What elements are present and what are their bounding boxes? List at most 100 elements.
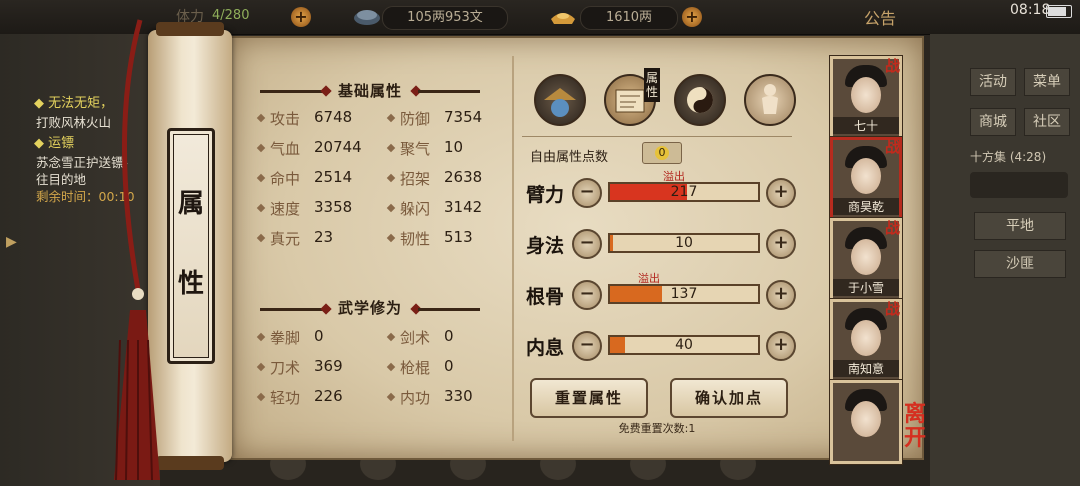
bullet-icon [386, 173, 396, 183]
bullet-icon [256, 332, 266, 342]
attribute-value: 513 [444, 228, 473, 246]
character-card[interactable]: 商昊乾 战 [830, 137, 902, 221]
battle-badge: 战 [885, 138, 901, 156]
character-name: 南知意 [833, 360, 899, 377]
skill-name: 内功 [400, 389, 431, 407]
battle-badge: 战 [885, 300, 901, 318]
bullet-icon [256, 113, 266, 123]
bullet-icon [386, 203, 396, 213]
terrain-bandit-button[interactable]: 沙匪 [974, 250, 1066, 278]
leave-button[interactable]: 离开 [904, 402, 930, 450]
stat-value: 10 [675, 235, 693, 251]
bullet-icon [256, 143, 266, 153]
increase-stat-button[interactable]: + [766, 229, 796, 259]
meridian-tab-icon[interactable] [744, 74, 796, 126]
free-points-label: 自由属性点数 [530, 150, 609, 165]
shop-button[interactable]: 商城 [970, 108, 1016, 136]
confirm-points-button[interactable]: 确认加点 [670, 378, 788, 418]
stat-value: 137 [670, 286, 698, 302]
portrait-face [851, 239, 881, 275]
reset-attributes-button[interactable]: 重置属性 [530, 378, 648, 418]
attribute-scroll-paper: 基础属性 攻击 6748 防御 7354 气血 20744 聚气 10 命中 2514 招架 2638… [230, 36, 924, 460]
bullet-icon [256, 362, 266, 372]
silver-amount: 1610两 [580, 6, 678, 30]
bullet-icon [256, 392, 266, 402]
martial-cultivation-title: 武学修为 [337, 299, 402, 317]
activity-button[interactable]: 活动 [970, 68, 1016, 96]
stamina-value: 4/280 [212, 8, 250, 23]
attribute-value: 3358 [314, 198, 353, 216]
attribute-name: 聚气 [400, 140, 431, 158]
portrait-face [851, 320, 881, 356]
attribute-name: 防御 [400, 110, 431, 128]
bullet-icon [386, 113, 396, 123]
attribute-tab-label: 属性 [644, 68, 660, 102]
region-label: 十方集 (4:28) [970, 150, 1047, 164]
skill-value: 0 [314, 327, 324, 345]
overflow-label: 溢出 [663, 170, 685, 183]
free-reset-count: 免费重置次数:1 [618, 422, 696, 435]
decrease-stat-button[interactable]: − [572, 280, 602, 310]
decrease-stat-button[interactable]: − [572, 229, 602, 259]
attribute-name: 速度 [270, 200, 301, 218]
skill-name: 枪棍 [400, 359, 431, 377]
attribute-name: 招架 [400, 170, 431, 188]
bagua-tab-icon[interactable] [674, 74, 726, 126]
terrain-flat-button[interactable]: 平地 [974, 212, 1066, 240]
bullet-icon [386, 362, 396, 372]
attribute-value: 2638 [444, 168, 483, 186]
column-divider [512, 56, 514, 441]
notice-button[interactable]: 公告 [864, 5, 896, 29]
increase-stat-button[interactable]: + [766, 280, 796, 310]
silver-ingot-icon [551, 13, 575, 24]
portrait-face [851, 77, 881, 113]
minimap[interactable] [970, 172, 1068, 198]
stat-label: 身法 [526, 235, 565, 257]
overflow-label: 溢出 [638, 272, 660, 285]
bullet-icon [386, 332, 396, 342]
add-stamina-button[interactable]: + [291, 7, 311, 27]
stat-label: 内息 [526, 337, 565, 359]
collapse-arrow-icon[interactable]: ▶ [6, 234, 18, 250]
skill-value: 369 [314, 357, 343, 375]
attribute-value: 20744 [314, 138, 362, 156]
decrease-stat-button[interactable]: − [572, 331, 602, 361]
menu-button[interactable]: 菜单 [1024, 68, 1070, 96]
attribute-name: 韧性 [400, 230, 431, 248]
copper-coin-icon [354, 10, 380, 25]
increase-stat-button[interactable]: + [766, 331, 796, 361]
character-name: 于小雪 [833, 279, 899, 296]
skill-name: 刀术 [270, 359, 301, 377]
bullet-icon [256, 203, 266, 213]
increase-stat-button[interactable]: + [766, 178, 796, 208]
equipment-tab-icon[interactable] [534, 74, 586, 126]
community-button[interactable]: 社区 [1024, 108, 1070, 136]
skill-value: 330 [444, 387, 473, 405]
attribute-value: 3142 [444, 198, 483, 216]
character-card[interactable]: 南知意 战 [830, 299, 902, 383]
character-card[interactable]: 于小雪 战 [830, 218, 902, 302]
character-list: 七十战商昊乾战于小雪战南知意战 [830, 56, 902, 486]
right-menu-panel: 活动 菜单 商城 社区 十方集 (4:28) 平地 沙匪 [930, 34, 1080, 486]
attribute-name: 命中 [270, 170, 301, 188]
skill-name: 轻功 [270, 389, 301, 407]
attribute-value: 6748 [314, 108, 353, 126]
skill-value: 226 [314, 387, 343, 405]
add-silver-button[interactable]: + [682, 7, 702, 27]
stat-bar: 10 [608, 233, 760, 253]
attribute-name: 气血 [270, 140, 301, 158]
section-rule [418, 308, 480, 311]
skill-value: 0 [444, 357, 454, 375]
attribute-name: 躲闪 [400, 200, 431, 218]
skill-name: 剑术 [400, 329, 431, 347]
decrease-stat-button[interactable]: − [572, 178, 602, 208]
attribute-value: 10 [444, 138, 464, 156]
attribute-value: 23 [314, 228, 334, 246]
portrait-face [851, 401, 881, 437]
character-name: 七十 [833, 117, 899, 134]
skill-value: 0 [444, 327, 454, 345]
character-card[interactable]: 七十 战 [830, 56, 902, 140]
stat-value: 217 [670, 184, 698, 200]
clock: 08:18 [1010, 2, 1051, 18]
character-card[interactable] [830, 380, 902, 464]
